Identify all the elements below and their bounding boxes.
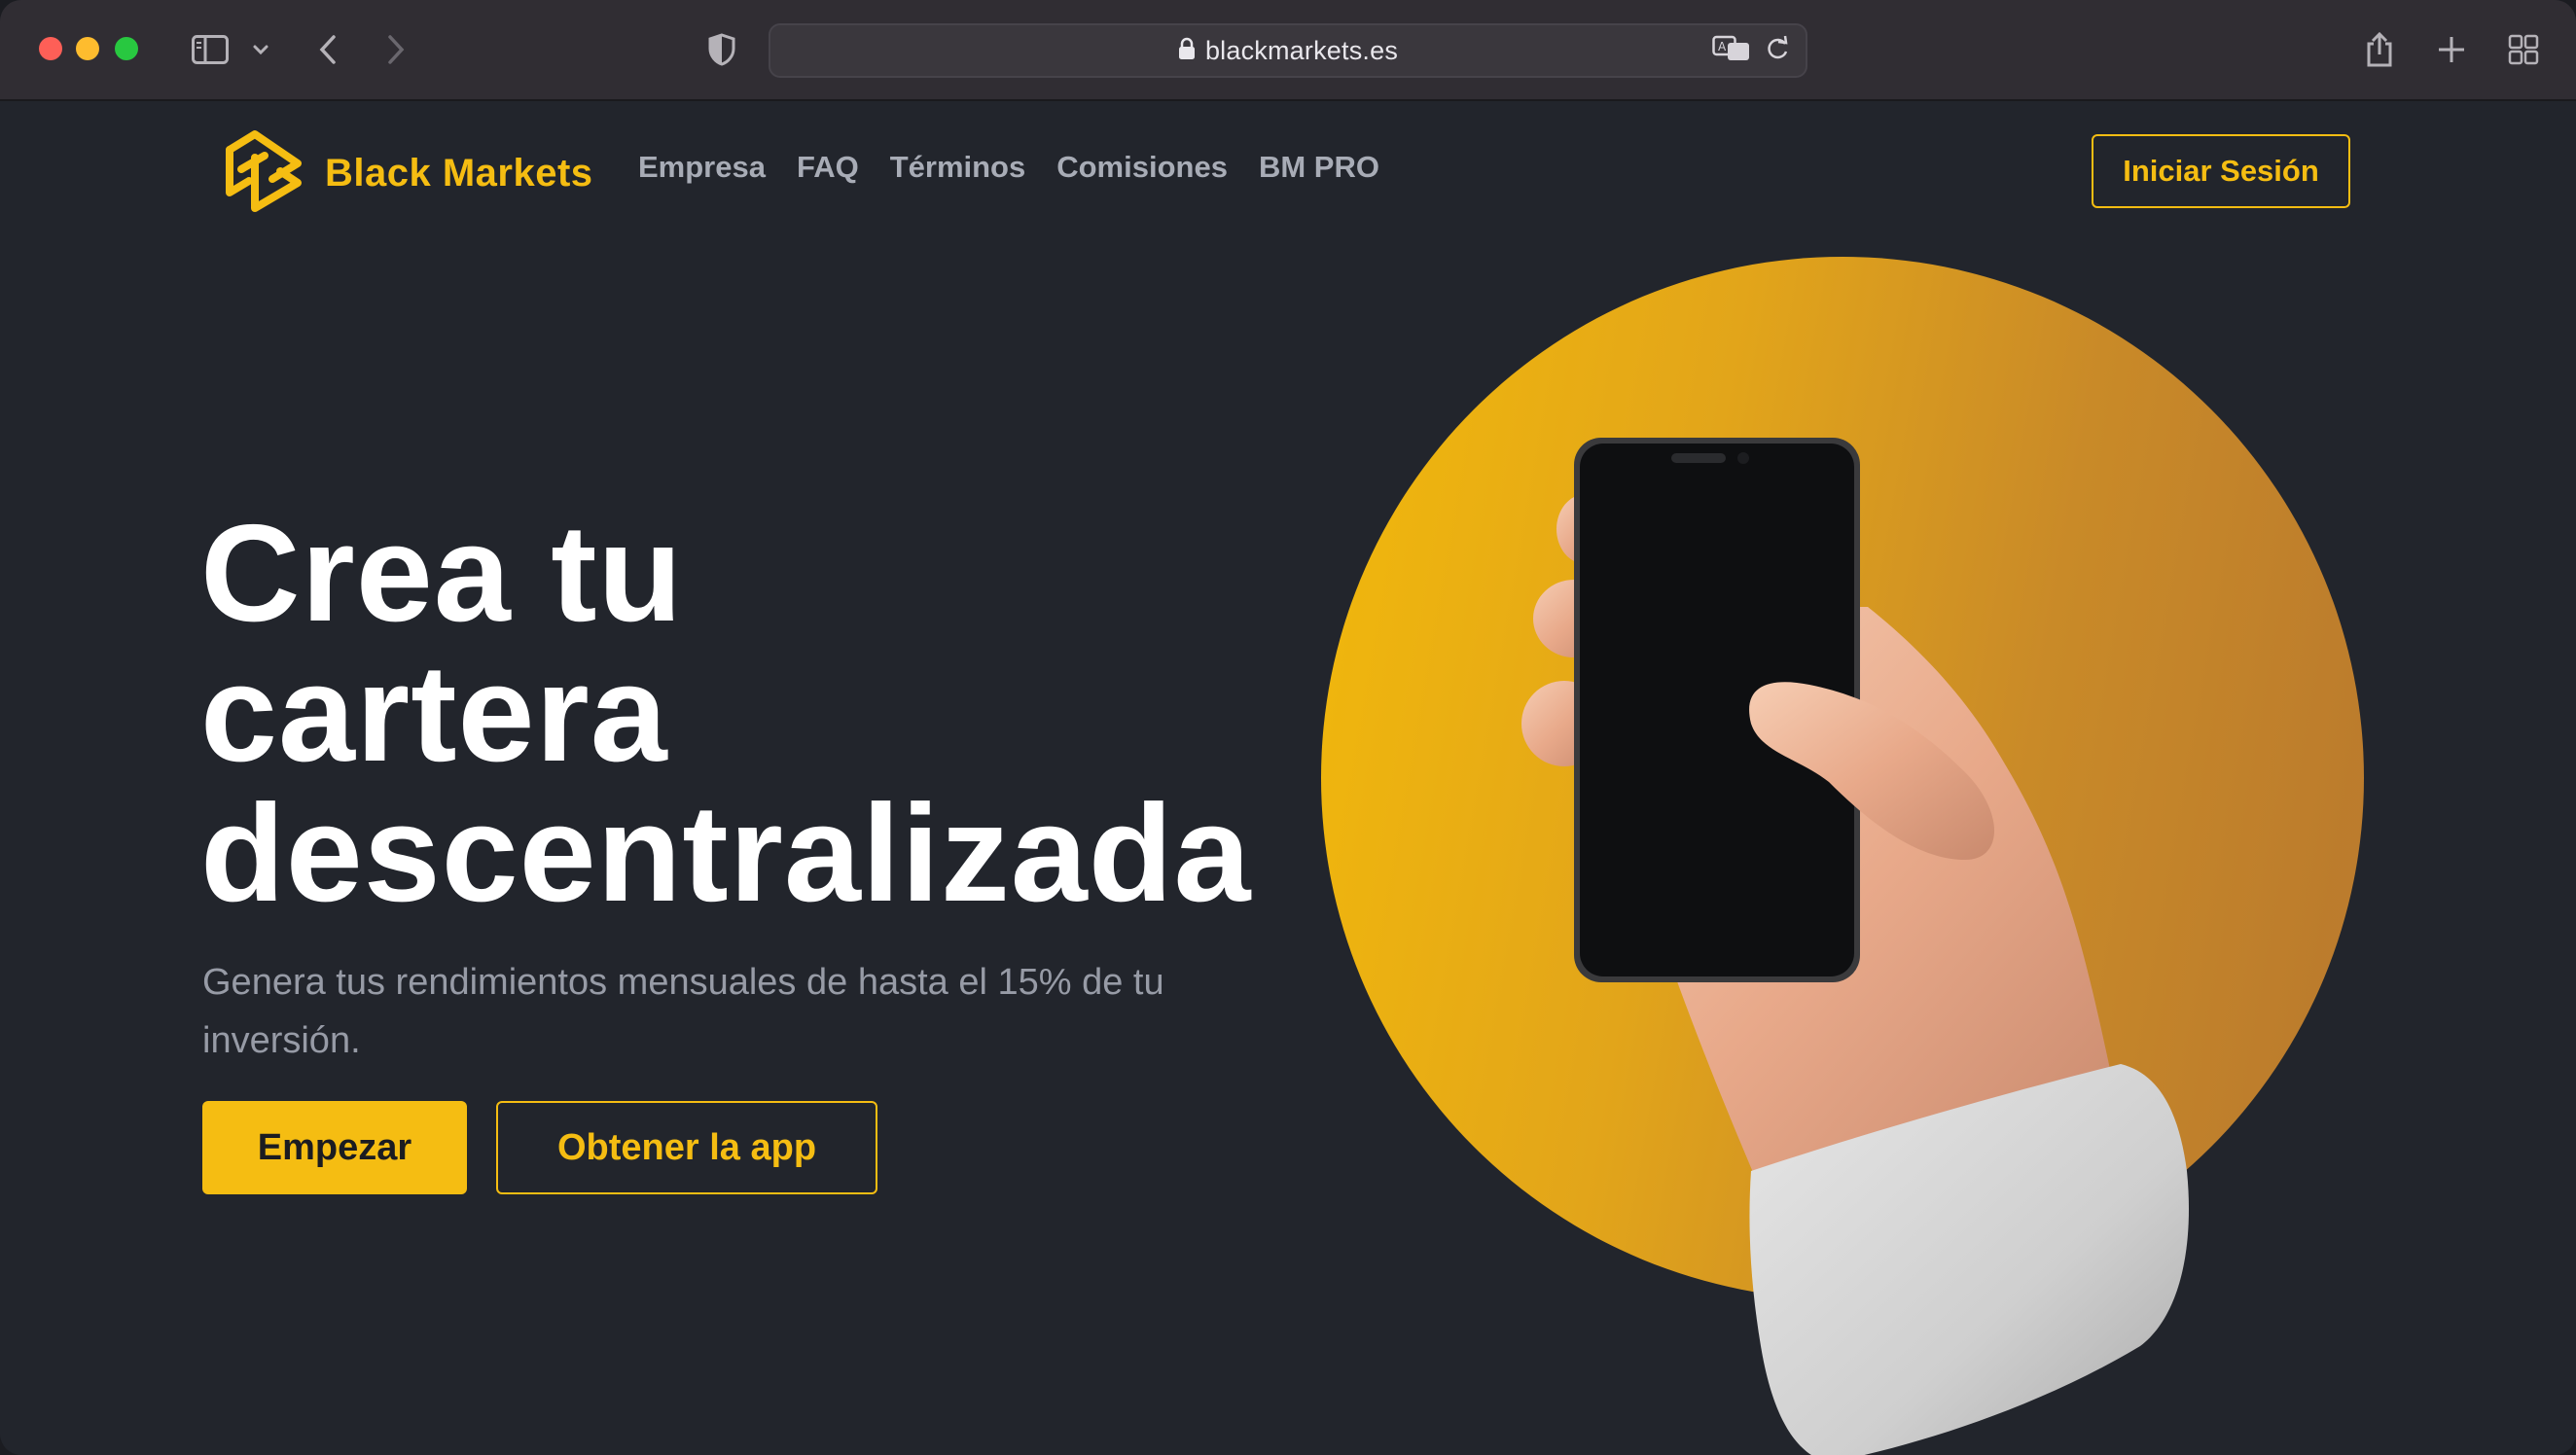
shield-icon[interactable] <box>702 27 741 72</box>
hero-title-line-2: cartera <box>200 636 668 791</box>
hero-title-line-1: Crea tu <box>200 496 684 651</box>
brand-logo[interactable]: Black Markets <box>222 124 593 223</box>
start-button[interactable]: Empezar <box>202 1101 467 1194</box>
nav-link-comisiones[interactable]: Comisiones <box>1056 150 1228 185</box>
back-icon[interactable] <box>311 27 344 72</box>
reload-icon[interactable] <box>1765 35 1790 67</box>
chevron-down-icon[interactable] <box>247 27 274 72</box>
nav-link-empresa[interactable]: Empresa <box>638 150 766 185</box>
share-icon[interactable] <box>2360 27 2399 72</box>
hero-subtitle: Genera tus rendimientos mensuales de has… <box>202 962 1164 1061</box>
nav-link-terminos[interactable]: Términos <box>890 150 1026 185</box>
svg-text:A: A <box>1718 40 1727 53</box>
get-app-button[interactable]: Obtener la app <box>496 1101 877 1194</box>
close-window-button[interactable] <box>39 37 62 60</box>
hero-title-line-3: descentralizada <box>200 776 1252 931</box>
forward-icon[interactable] <box>379 27 412 72</box>
browser-toolbar: blackmarkets.es A <box>0 0 2576 101</box>
translate-icon[interactable]: A <box>1712 35 1751 67</box>
tab-overview-icon[interactable] <box>2504 27 2543 72</box>
lock-icon <box>1178 37 1196 65</box>
minimize-window-button[interactable] <box>76 37 99 60</box>
browser-window: blackmarkets.es A Black Markets Empresa … <box>0 0 2576 1455</box>
url-text: blackmarkets.es <box>1204 35 1399 65</box>
hero-title: Crea tu cartera descentralizada <box>200 504 1329 924</box>
nav-link-bm-pro[interactable]: BM PRO <box>1259 150 1379 185</box>
hand-holding-phone-illustration <box>1521 438 2189 1455</box>
main-nav: Empresa FAQ Términos Comisiones BM PRO <box>638 150 1379 185</box>
brand-name: Black Markets <box>325 152 593 195</box>
nav-link-faq[interactable]: FAQ <box>797 150 859 185</box>
sidebar-icon[interactable] <box>189 27 232 72</box>
web-page: Black Markets Empresa FAQ Términos Comis… <box>0 101 2576 1455</box>
new-tab-icon[interactable] <box>2432 27 2471 72</box>
address-bar[interactable]: blackmarkets.es A <box>769 23 1807 78</box>
maximize-window-button[interactable] <box>115 37 138 60</box>
login-button[interactable]: Iniciar Sesión <box>2092 134 2350 208</box>
logo-icon <box>222 124 305 223</box>
